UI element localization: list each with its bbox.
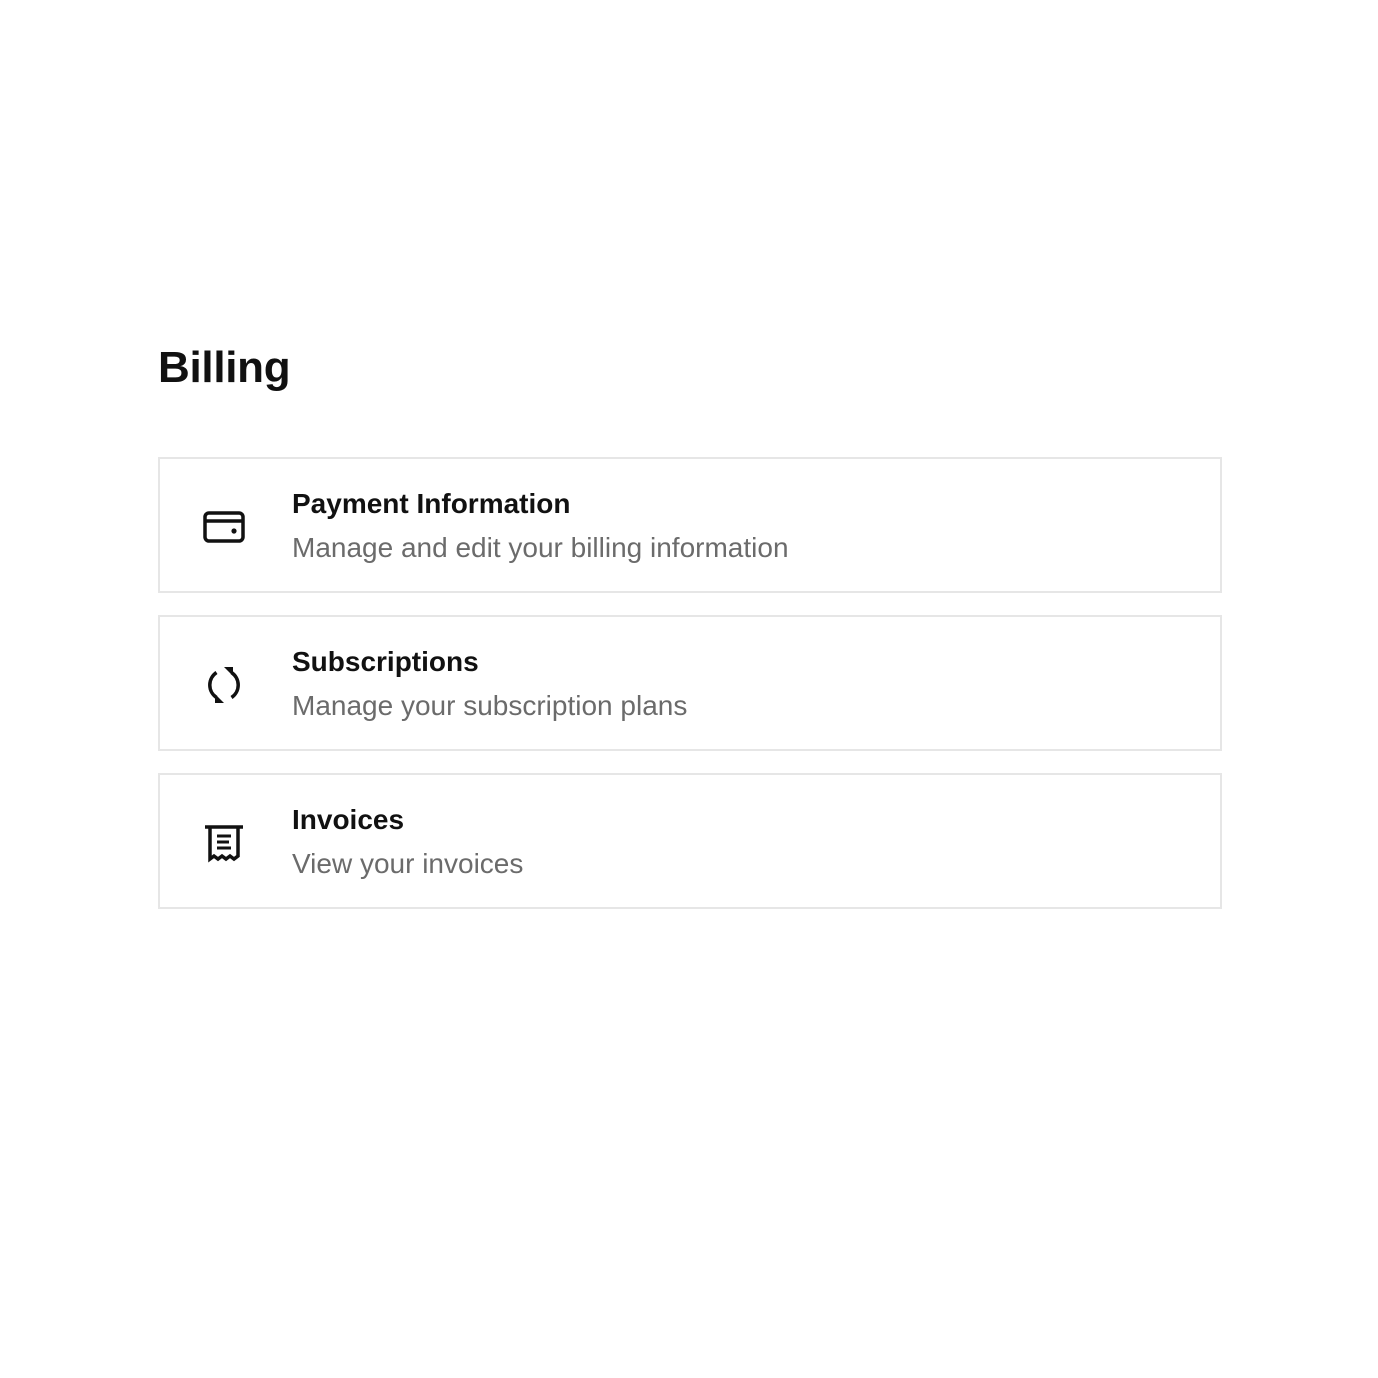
payment-information-description: Manage and edit your billing information (292, 532, 789, 563)
page-title: Billing (158, 343, 291, 392)
subscriptions-card[interactable]: Subscriptions Manage your subscription p… (158, 615, 1222, 751)
credit-card-icon (202, 505, 246, 549)
billing-options-list: Payment Information Manage and edit your… (158, 457, 1222, 931)
payment-information-card[interactable]: Payment Information Manage and edit your… (158, 457, 1222, 593)
invoices-card[interactable]: Invoices View your invoices (158, 773, 1222, 909)
receipt-icon (202, 821, 246, 865)
payment-information-title: Payment Information (292, 488, 571, 519)
invoices-title: Invoices (292, 804, 405, 835)
sync-icon (202, 663, 246, 707)
subscriptions-description: Manage your subscription plans (292, 690, 688, 721)
subscriptions-title: Subscriptions (292, 646, 479, 677)
invoices-description: View your invoices (292, 848, 524, 879)
